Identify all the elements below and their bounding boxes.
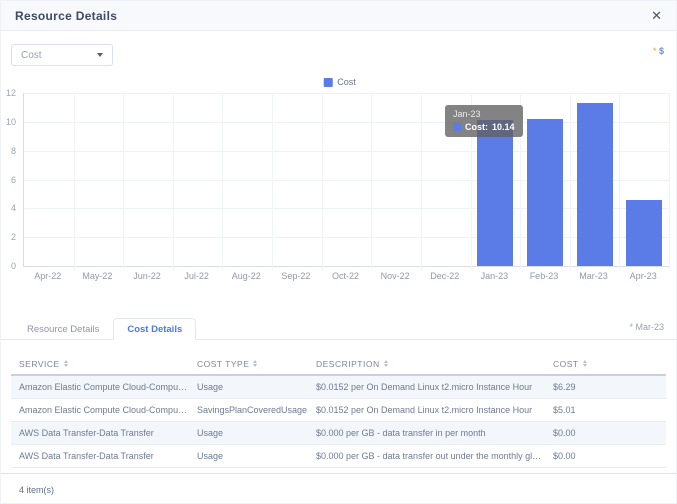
y-tick-label: 12 bbox=[6, 88, 16, 98]
cell-cost: $0.00 bbox=[545, 428, 666, 438]
metric-select-value: Cost bbox=[21, 50, 42, 61]
legend-swatch bbox=[323, 78, 332, 87]
x-tick-label: Dec-22 bbox=[430, 271, 459, 281]
table-body: Amazon Elastic Compute Cloud-Compute Ins… bbox=[11, 376, 666, 468]
cell-description: $0.000 per GB - data transfer in per mon… bbox=[308, 428, 545, 438]
x-tick-label: Sep-22 bbox=[281, 271, 310, 281]
y-tick-label: 10 bbox=[6, 117, 16, 127]
x-tick-label: Feb-23 bbox=[530, 271, 559, 281]
table-row[interactable]: Amazon Elastic Compute Cloud-Compute Ins… bbox=[11, 399, 666, 422]
column-header-label: SERVICE bbox=[19, 359, 60, 369]
y-tick-label: 4 bbox=[11, 203, 16, 213]
metric-select[interactable]: Cost bbox=[11, 44, 113, 66]
cell-service: AWS Data Transfer-Data Transfer bbox=[11, 451, 189, 461]
chart-legend[interactable]: Cost bbox=[323, 77, 356, 87]
chart-plot bbox=[23, 93, 669, 267]
y-tick-label: 0 bbox=[11, 261, 16, 271]
y-tick-label: 8 bbox=[11, 146, 16, 156]
modal-title: Resource Details bbox=[15, 9, 117, 23]
column-header-label: COST bbox=[553, 359, 579, 369]
chart-tooltip: Jan-23 Cost: 10.14 bbox=[445, 105, 523, 137]
y-tick-label: 2 bbox=[11, 232, 16, 242]
y-axis-labels: 024681012 bbox=[1, 93, 19, 267]
sort-icon bbox=[64, 360, 68, 367]
table-footer: 4 item(s) bbox=[1, 473, 676, 504]
sort-icon bbox=[253, 360, 257, 367]
cell-cost-type: Usage bbox=[189, 451, 308, 461]
cell-service: Amazon Elastic Compute Cloud-Compute Ins… bbox=[11, 382, 189, 392]
tabs: Resource DetailsCost Details bbox=[13, 317, 196, 339]
column-header-label: DESCRIPTION bbox=[316, 359, 380, 369]
x-tick-label: Aug-22 bbox=[232, 271, 261, 281]
close-icon[interactable]: ✕ bbox=[651, 9, 662, 22]
column-header-cost[interactable]: COST bbox=[545, 359, 666, 369]
x-tick-label: Oct-22 bbox=[332, 271, 359, 281]
sort-icon bbox=[583, 360, 587, 367]
cost-details-table: SERVICE COST TYPE DESCRIPTION COST Amazon E… bbox=[11, 353, 666, 468]
tooltip-value: 10.14 bbox=[492, 122, 515, 132]
currency-symbol: $ bbox=[659, 46, 664, 56]
cell-description: $0.0152 per On Demand Linux t2.micro Ins… bbox=[308, 405, 545, 415]
x-tick-label: Apr-22 bbox=[34, 271, 61, 281]
x-tick-label: May-22 bbox=[82, 271, 112, 281]
x-tick-label: Jan-23 bbox=[481, 271, 509, 281]
column-header-cost-type[interactable]: COST TYPE bbox=[189, 359, 308, 369]
column-header-description[interactable]: DESCRIPTION bbox=[308, 359, 545, 369]
table-row[interactable]: Amazon Elastic Compute Cloud-Compute Ins… bbox=[11, 376, 666, 399]
tabs-row: Resource DetailsCost Details * Mar-23 bbox=[1, 317, 676, 340]
table-row[interactable]: AWS Data Transfer-Data TransferUsage$0.0… bbox=[11, 445, 666, 468]
cell-cost: $0.00 bbox=[545, 451, 666, 461]
table-row[interactable]: AWS Data Transfer-Data TransferUsage$0.0… bbox=[11, 422, 666, 445]
asterisk-mark: * bbox=[653, 46, 657, 56]
tooltip-series-label: Cost: bbox=[465, 122, 488, 132]
cell-service: Amazon Elastic Compute Cloud-Compute Ins… bbox=[11, 405, 189, 415]
y-tick-label: 6 bbox=[11, 175, 16, 185]
column-header-service[interactable]: SERVICE bbox=[11, 359, 189, 369]
x-axis-labels: Apr-22 May-22 Jun-22 Jul-22 Aug-22 Sep-22 Oct-… bbox=[23, 271, 669, 285]
column-header-label: COST TYPE bbox=[197, 359, 249, 369]
cell-cost-type: Usage bbox=[189, 382, 308, 392]
tooltip-swatch bbox=[453, 123, 461, 131]
cell-cost-type: SavingsPlanCoveredUsage bbox=[189, 405, 308, 415]
cell-cost: $5.01 bbox=[545, 405, 666, 415]
x-tick-label: Jun-22 bbox=[133, 271, 161, 281]
bar-feb-23[interactable] bbox=[527, 119, 563, 266]
bar-apr-23[interactable] bbox=[626, 200, 662, 266]
resource-details-modal: Resource Details ✕ Cost * $ Cost 0 2 4 6 8 10… bbox=[0, 0, 677, 504]
items-count: 4 item(s) bbox=[19, 485, 54, 495]
tab-resource-details[interactable]: Resource Details bbox=[13, 318, 113, 340]
bar-mar-23[interactable] bbox=[577, 103, 613, 266]
chevron-down-icon bbox=[97, 53, 103, 57]
tab-cost-details[interactable]: Cost Details bbox=[113, 318, 196, 340]
tooltip-row: Cost: 10.14 bbox=[453, 122, 515, 132]
period-note: * Mar-23 bbox=[629, 322, 664, 332]
cell-description: $0.0152 per On Demand Linux t2.micro Ins… bbox=[308, 382, 545, 392]
cell-cost: $6.29 bbox=[545, 382, 666, 392]
bar-jan-23[interactable] bbox=[477, 120, 513, 266]
legend-label: Cost bbox=[337, 77, 356, 87]
x-tick-label: Apr-23 bbox=[630, 271, 657, 281]
cost-chart: Cost 024681012 Apr-22May-22Jun-22Jul-22A… bbox=[1, 71, 677, 293]
currency-note: * $ bbox=[653, 46, 664, 56]
x-tick-label: Mar-23 bbox=[579, 271, 608, 281]
cell-service: AWS Data Transfer-Data Transfer bbox=[11, 428, 189, 438]
tooltip-title: Jan-23 bbox=[453, 109, 515, 119]
table-header: SERVICE COST TYPE DESCRIPTION COST bbox=[11, 353, 666, 376]
cell-cost-type: Usage bbox=[189, 428, 308, 438]
cell-description: $0.000 per GB - data transfer out under … bbox=[308, 451, 545, 461]
x-tick-label: Nov-22 bbox=[381, 271, 410, 281]
sort-icon bbox=[384, 360, 388, 367]
modal-header: Resource Details ✕ bbox=[1, 1, 676, 31]
x-tick-label: Jul-22 bbox=[184, 271, 209, 281]
